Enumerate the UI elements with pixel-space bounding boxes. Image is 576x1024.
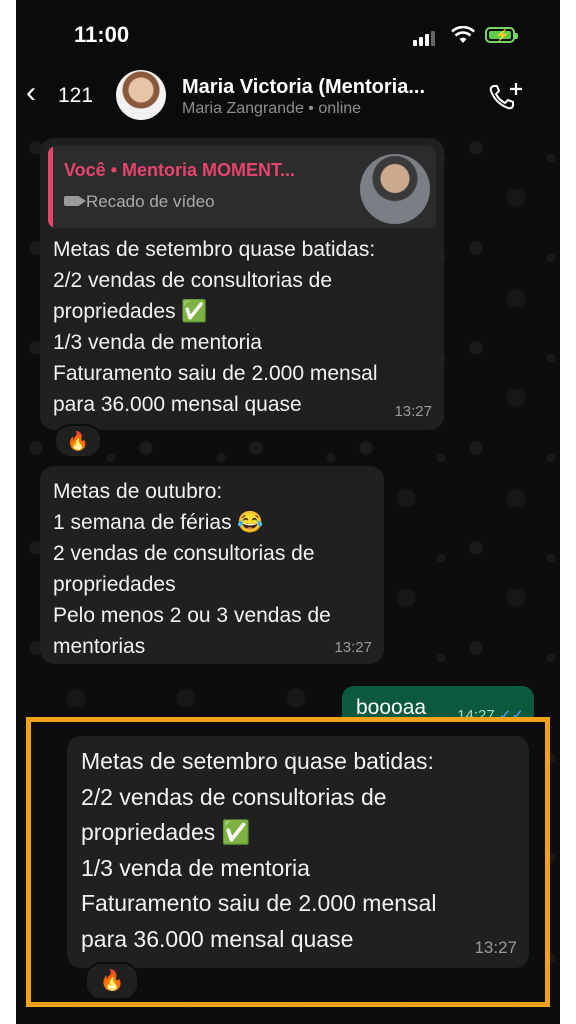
wifi-icon	[451, 25, 475, 49]
highlighted-message-reaction[interactable]: 🔥	[85, 962, 139, 1000]
unread-count[interactable]: 121	[58, 84, 93, 108]
message-text: Metas de setembro quase batidas: 2/2 ven…	[53, 238, 378, 416]
message-timestamp: 13:27	[334, 639, 372, 656]
message-timestamp: 13:27	[394, 403, 432, 420]
highlighted-message-text: Metas de setembro quase batidas: 2/2 ven…	[81, 748, 437, 952]
quote-subtitle-text: Recado de vídeo	[86, 192, 215, 211]
chat-title[interactable]: Maria Victoria (Mentoria...	[182, 76, 425, 99]
subtitle-name: Maria Zangrande	[182, 100, 304, 117]
highlighted-message-timestamp: 13:27	[474, 938, 517, 957]
quoted-message[interactable]: Você • Mentoria MOMENT... Recado de víde…	[48, 146, 436, 228]
quote-subtitle: Recado de vídeo	[64, 192, 215, 212]
online-status: • online	[308, 100, 362, 117]
chat-header: ‹ 121 Maria Victoria (Mentoria... Maria …	[16, 62, 560, 128]
incoming-message[interactable]: Metas de outubro: 1 semana de férias 😂 2…	[40, 466, 384, 664]
highlighted-message[interactable]: Metas de setembro quase batidas: 2/2 ven…	[67, 736, 529, 968]
incoming-message[interactable]: Você • Mentoria MOMENT... Recado de víde…	[40, 138, 444, 430]
message-reaction[interactable]: 🔥	[54, 424, 102, 458]
quote-accent-bar	[48, 146, 53, 228]
message-text: Metas de outubro: 1 semana de férias 😂 2…	[53, 480, 331, 658]
back-chevron-icon[interactable]: ‹	[26, 78, 36, 108]
highlight-frame: Metas de setembro quase batidas: 2/2 ven…	[26, 717, 550, 1007]
chat-subtitle: Maria Zangrande • online	[182, 100, 361, 118]
phone-plus-icon[interactable]	[486, 80, 526, 112]
cellular-signal-icon	[413, 30, 437, 46]
quote-title: Você • Mentoria MOMENT...	[64, 160, 295, 180]
status-bar: 11:00 ⚡	[16, 0, 560, 70]
status-time: 11:00	[74, 22, 130, 47]
video-camera-icon	[64, 196, 86, 206]
avatar[interactable]	[116, 70, 166, 120]
battery-charging-icon: ⚡	[485, 27, 518, 43]
quote-thumbnail	[360, 154, 430, 224]
